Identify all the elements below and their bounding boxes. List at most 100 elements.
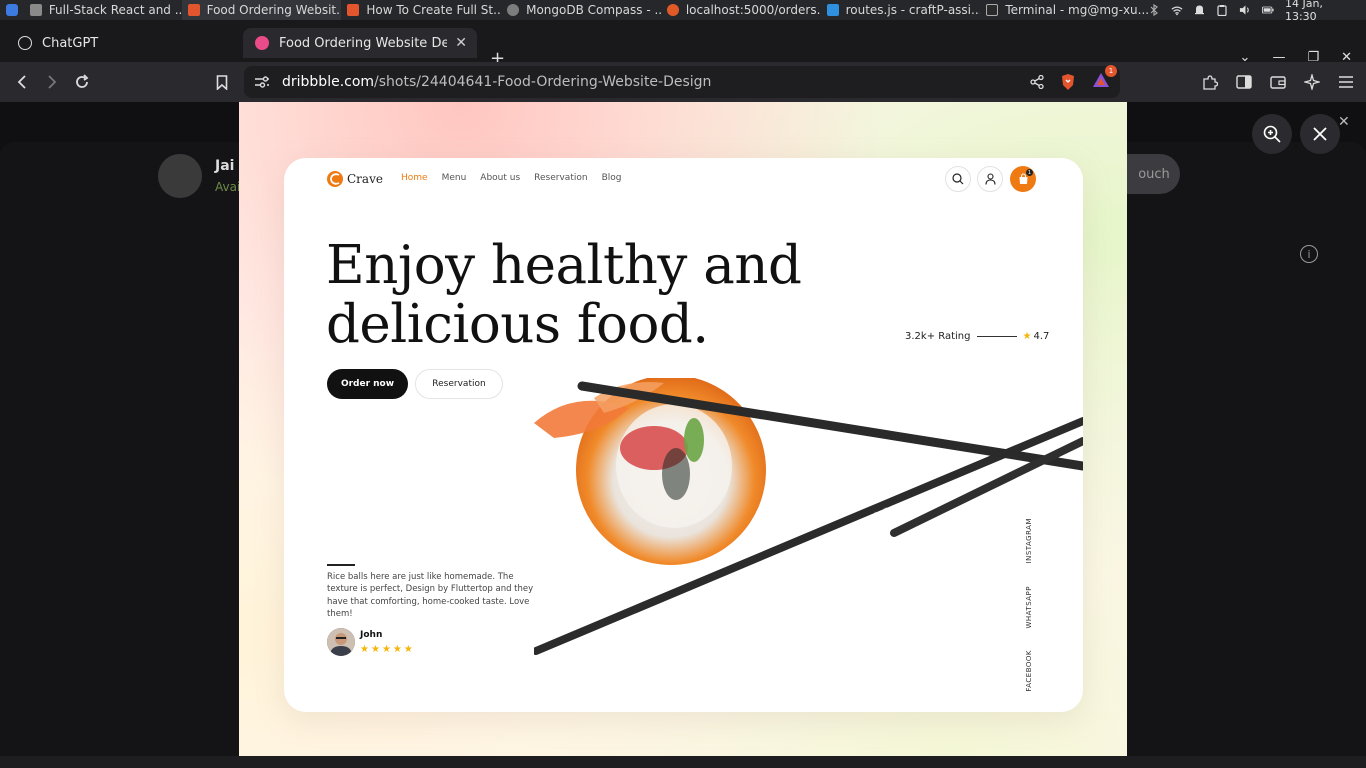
extensions-puzzle-icon[interactable]	[1202, 74, 1218, 90]
taskbar-item[interactable]: MongoDB Compass - ...	[501, 0, 661, 20]
designer-avatar[interactable]	[158, 154, 202, 198]
zoom-in-icon	[1263, 125, 1281, 143]
taskbar-item-label: Food Ordering Websit...	[206, 3, 342, 17]
taskbar-item-label: localhost:5000/orders...	[685, 3, 821, 17]
taskbar-item[interactable]: How To Create Full St...	[341, 0, 501, 20]
sidebar-toggle-icon[interactable]	[1236, 75, 1252, 89]
star-icon: ★	[381, 644, 391, 655]
brave-icon	[347, 4, 360, 16]
address-bar-actions: 1	[1030, 65, 1117, 92]
taskbar-item-label: routes.js - craftP-assi...	[845, 3, 981, 17]
bluetooth-icon[interactable]	[1148, 4, 1160, 16]
mockup-search-icon	[945, 166, 971, 192]
document-icon	[29, 4, 42, 16]
arrow-right-icon	[48, 75, 57, 89]
star-icon: ★	[360, 644, 369, 655]
wallet-icon[interactable]	[1270, 75, 1286, 89]
forward-button[interactable]	[37, 67, 67, 97]
rating-divider	[976, 336, 1017, 337]
taskbar-item-label: How To Create Full St...	[366, 3, 502, 17]
site-settings-icon[interactable]	[254, 75, 270, 89]
bookmark-button[interactable]	[207, 67, 237, 97]
nav-home: Home	[401, 173, 428, 183]
website-mockup-card: Crave Home Menu About us Reservation Blo…	[284, 158, 1083, 712]
clipboard-icon[interactable]	[1216, 4, 1228, 16]
rating-value: 4.7	[1033, 331, 1050, 342]
reviewer-avatar	[327, 628, 355, 656]
volume-icon[interactable]	[1239, 4, 1251, 16]
wifi-icon[interactable]	[1171, 4, 1183, 16]
info-icon[interactable]: i	[1300, 245, 1318, 263]
tab-chatgpt[interactable]: ChatGPT	[6, 28, 236, 58]
social-whatsapp: WHATSAPP	[1025, 586, 1033, 629]
address-bar[interactable]: dribbble.com/shots/24404641-Food-Orderin…	[244, 65, 1120, 98]
brave-shields-icon[interactable]	[1060, 73, 1076, 91]
url-path: /shots/24404641-Food-Ordering-Website-De…	[374, 74, 712, 90]
horizontal-scrollbar[interactable]	[0, 756, 1366, 768]
social-instagram: INSTAGRAM	[1025, 518, 1033, 564]
brand-name: Crave	[347, 172, 383, 186]
notification-bell-icon[interactable]	[1194, 4, 1206, 16]
hero-line-2: delicious food.	[326, 294, 709, 355]
postman-icon	[666, 4, 679, 16]
terminal-icon	[986, 4, 999, 16]
star-icon: ★	[392, 644, 402, 655]
reload-button[interactable]	[67, 67, 97, 97]
arrow-left-icon	[17, 75, 26, 89]
mockup-reservation-button: Reservation	[415, 369, 503, 399]
nav-about: About us	[480, 173, 521, 183]
nav-menu: Menu	[441, 173, 467, 183]
mockup-cart-icon: 1	[1010, 166, 1036, 192]
get-in-touch-label: ouch	[1138, 166, 1170, 182]
close-lightbox-button[interactable]	[1300, 114, 1340, 154]
brave-rewards-button[interactable]: 1	[1092, 65, 1117, 92]
browser-tab-bar: ChatGPT Food Ordering Website Desig ✕ + …	[0, 20, 1366, 69]
app-launcher-icon[interactable]	[0, 0, 24, 20]
tab-food-ordering[interactable]: Food Ordering Website Desig ✕	[243, 28, 477, 58]
crave-logo-icon	[327, 171, 343, 187]
share-icon[interactable]	[1030, 75, 1044, 89]
star-icon: ★	[403, 644, 413, 655]
taskbar-item[interactable]: Terminal - mg@mg-xu...	[980, 0, 1148, 20]
browser-extensions	[1202, 74, 1354, 90]
taskbar-item[interactable]: Food Ordering Websit...	[181, 0, 342, 20]
review-stars: ★ ★ ★ ★ ★	[360, 644, 413, 655]
browser-toolbar: dribbble.com/shots/24404641-Food-Orderin…	[0, 62, 1366, 102]
url-text[interactable]: dribbble.com/shots/24404641-Food-Orderin…	[282, 74, 711, 90]
battery-icon[interactable]	[1261, 4, 1274, 16]
page-viewport: Jai S Avai ouch i ✕ Crave Home Menu Abou…	[0, 102, 1366, 768]
back-button[interactable]	[7, 67, 37, 97]
nori	[662, 448, 690, 500]
cucumber-slice	[684, 418, 704, 462]
close-icon	[1313, 127, 1327, 141]
leo-ai-icon[interactable]	[1304, 74, 1320, 90]
reload-icon	[76, 74, 89, 88]
taskbar-item[interactable]: localhost:5000/orders...	[661, 0, 821, 20]
close-modal-icon[interactable]: ✕	[1338, 114, 1350, 130]
rewards-badge: 1	[1105, 65, 1117, 77]
cart-badge: 1	[1026, 169, 1033, 176]
taskbar-item-label: MongoDB Compass - ...	[526, 3, 661, 17]
hero-line-1: Enjoy healthy and	[326, 235, 802, 296]
tab-label: ChatGPT	[42, 35, 99, 51]
star-icon: ★	[1022, 331, 1032, 342]
mongodb-icon	[507, 4, 520, 16]
sushi-chopsticks-illustration	[534, 378, 1083, 655]
taskbar-item[interactable]: Full-Stack React and ...	[24, 0, 182, 20]
taskbar-item-label: Terminal - mg@mg-xu...	[1005, 3, 1148, 17]
rating-label: 3.2k+ Rating	[905, 331, 971, 342]
shot-image: Crave Home Menu About us Reservation Blo…	[239, 102, 1127, 768]
taskbar-item[interactable]: routes.js - craftP-assi...	[821, 0, 981, 20]
zoom-in-button[interactable]	[1252, 114, 1292, 154]
reviewer-name: John	[360, 630, 383, 640]
mockup-nav: Home Menu About us Reservation Blog	[401, 173, 621, 183]
os-taskbar: Full-Stack React and ... Food Ordering W…	[0, 0, 1366, 23]
vscode-icon	[826, 4, 839, 16]
close-tab-icon[interactable]: ✕	[455, 35, 467, 51]
tab-label: Food Ordering Website Desig	[279, 35, 447, 51]
star-icon: ★	[370, 644, 380, 655]
hamburger-menu-icon[interactable]	[1338, 75, 1354, 89]
crave-logo: Crave	[326, 170, 383, 188]
url-domain: dribbble.com	[282, 74, 375, 90]
testimonial-text: Rice balls here are just like homemade. …	[327, 572, 534, 619]
